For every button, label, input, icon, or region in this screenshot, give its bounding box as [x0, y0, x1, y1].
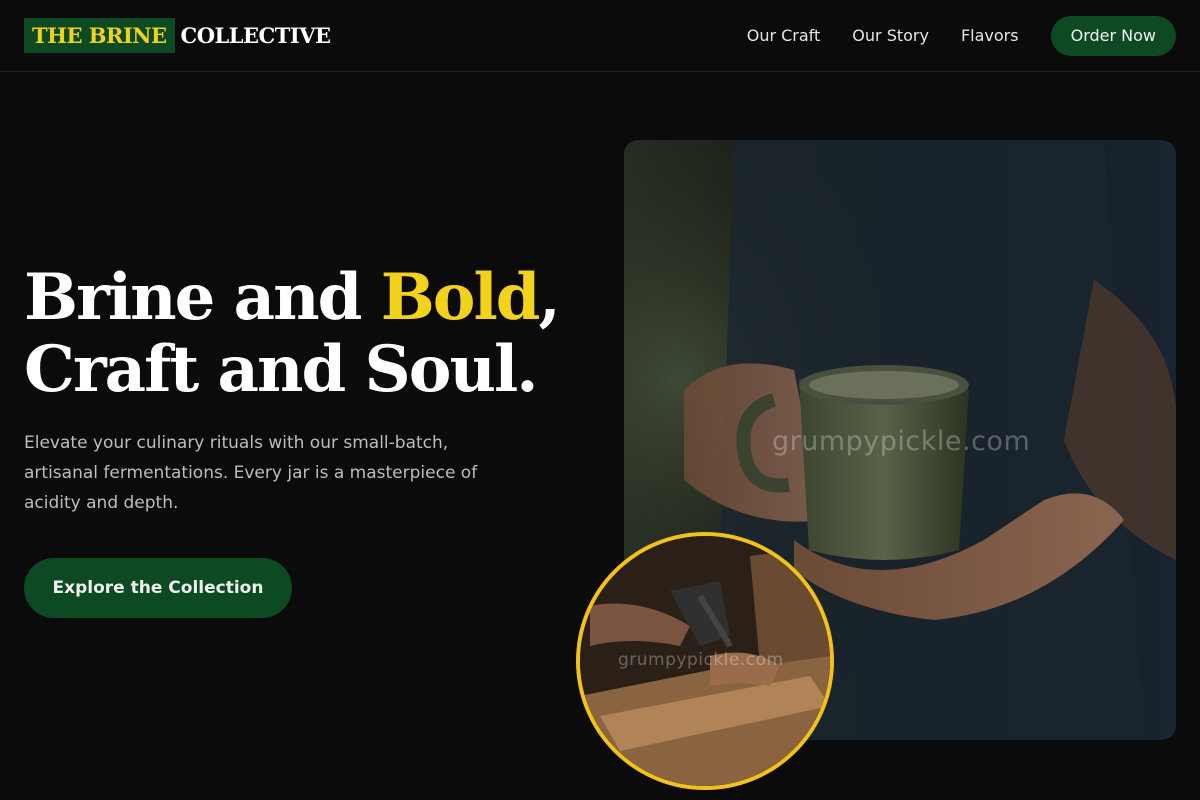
headline-part2: , — [538, 260, 561, 335]
brand-logo-text: COLLECTIVE — [180, 23, 332, 48]
nav-link-our-story[interactable]: Our Story — [852, 16, 929, 56]
hero-subtext: Elevate your culinary rituals with our s… — [24, 433, 478, 513]
site-header: THE BRINE COLLECTIVE Our Craft Our Story… — [0, 0, 1200, 72]
brand-logo-highlight: THE BRINE — [24, 18, 175, 53]
hero-headline: Brine and Bold, Craft and Soul. — [24, 262, 584, 406]
woodwork-photo-illustration — [580, 536, 830, 786]
hero-image-woodwork — [576, 532, 834, 790]
nav-link-our-craft[interactable]: Our Craft — [747, 16, 821, 56]
headline-line2: Craft and Soul. — [24, 332, 539, 407]
headline-accent: Bold — [380, 260, 541, 335]
order-now-button[interactable]: Order Now — [1050, 16, 1176, 56]
explore-collection-button[interactable]: Explore the Collection — [24, 558, 292, 618]
brand-logo[interactable]: THE BRINE COLLECTIVE — [24, 18, 331, 53]
nav-link-flavors[interactable]: Flavors — [961, 16, 1019, 56]
main-nav: Our Craft Our Story Flavors Order Now — [747, 16, 1176, 56]
headline-part1: Brine and — [24, 260, 381, 335]
